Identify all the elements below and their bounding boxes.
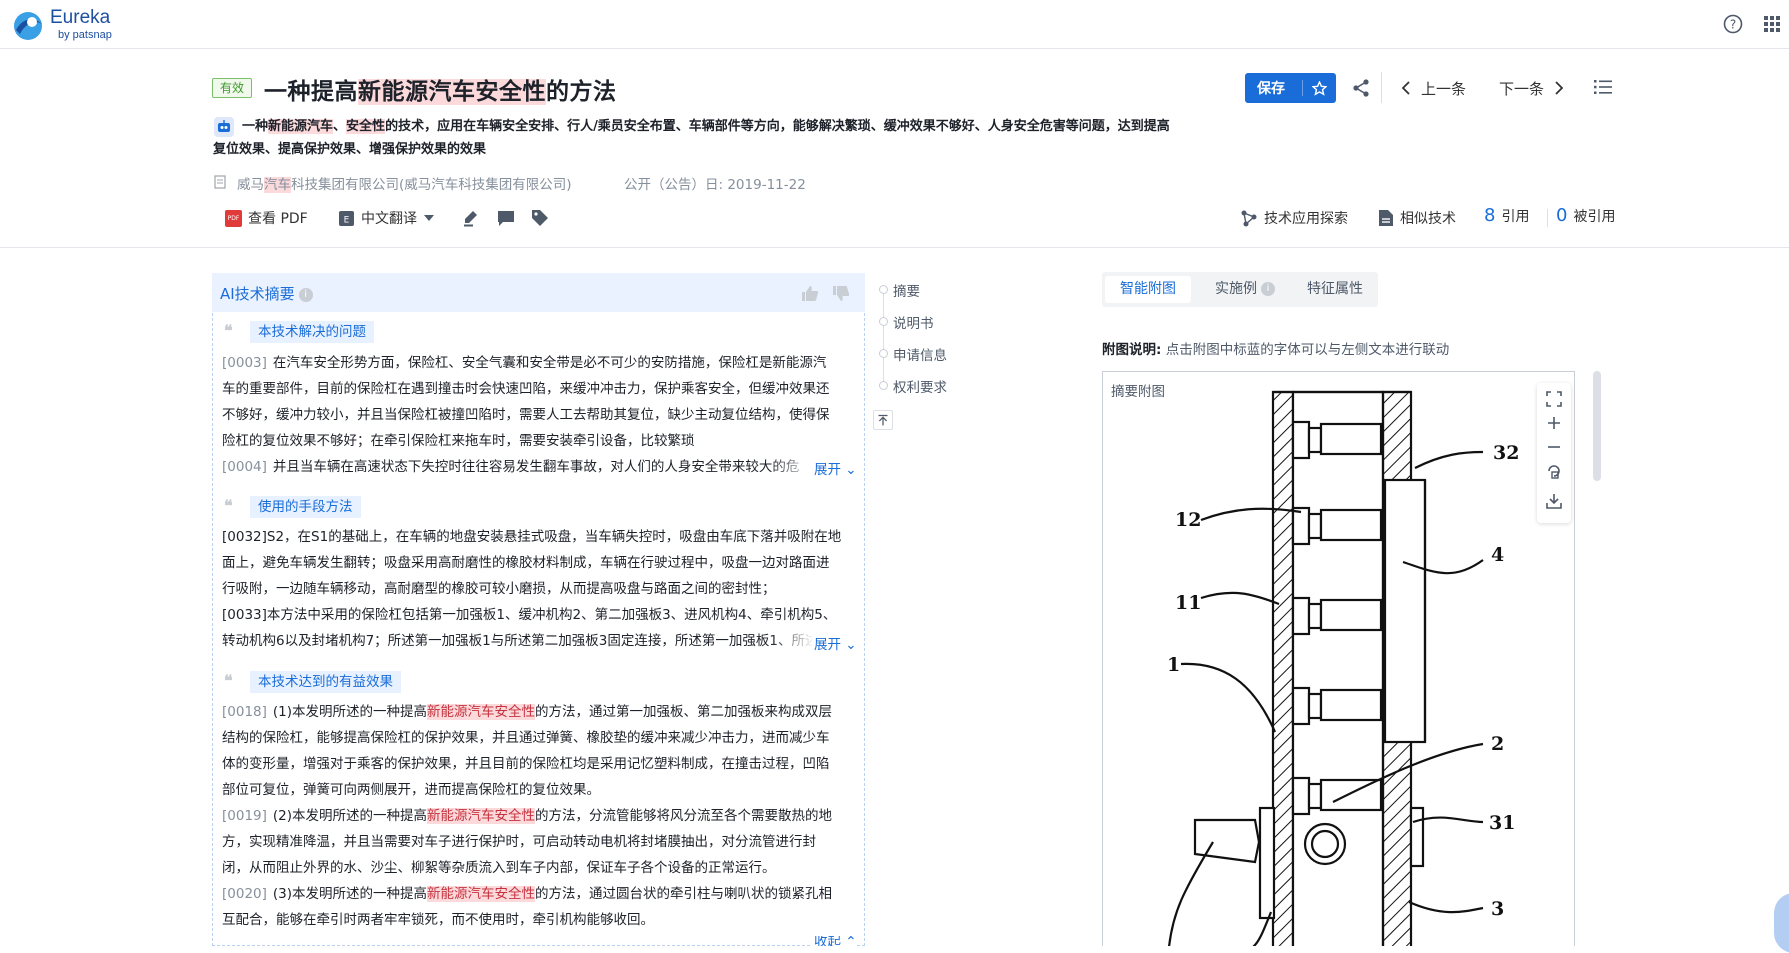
top-bar: Eureka by patsnap ? (0, 0, 1789, 49)
next-button[interactable]: 下一条 (1499, 78, 1564, 99)
label-4[interactable]: 4 (1491, 544, 1504, 566)
status-badge: 有效 (212, 78, 253, 98)
tag-icon[interactable] (531, 209, 549, 227)
save-button[interactable]: 保存 (1245, 73, 1336, 103)
figure-tabs: 智能附图 实施例 i 特征属性 (1102, 272, 1378, 307)
chevron-right-icon (1555, 81, 1564, 95)
nav-abstract[interactable]: 摘要 (893, 280, 920, 300)
label-11[interactable]: 11 (1175, 592, 1201, 614)
section-tag-method: 使用的手段方法 (250, 496, 361, 518)
robot-icon (214, 117, 234, 137)
para-method: [0032]S2，在S1的基础上，在车辆的地盘安装悬挂式吸盘，当车辆失控时，吸盘… (222, 529, 842, 623)
translate-dropdown[interactable]: E 中文翻译 (338, 208, 435, 228)
svg-text:E: E (344, 215, 350, 225)
share-icon[interactable] (1351, 78, 1371, 98)
brand-name: Eureka (50, 7, 111, 28)
quote-icon: ❝ (224, 321, 233, 340)
thumbs-up-icon[interactable] (801, 285, 819, 302)
expand-button[interactable]: 展开 ⌄ (812, 633, 857, 653)
ai-summary-line-2: 复位效果、提高保护效果、增强保护效果的效果 (213, 142, 487, 157)
section-tag-effect: 本技术达到的有益效果 (250, 671, 401, 693)
info-icon: i (1261, 282, 1275, 296)
nav-claims[interactable]: 权利要求 (893, 376, 947, 396)
figure-note: 附图说明: 点击附图中标蓝的字体可以与左侧文本进行联动 (1102, 342, 1450, 358)
apps-grid-icon[interactable] (1762, 14, 1782, 34)
assistant-float-button[interactable] (1774, 893, 1789, 953)
zoom-in-icon[interactable] (1546, 415, 1562, 431)
figure-scrollbar[interactable] (1593, 371, 1601, 481)
tab-embodiment[interactable]: 实施例 i (1198, 276, 1292, 303)
applicant[interactable]: 威马汽车科技集团有限公司(威马汽车科技集团有限公司) (237, 173, 572, 193)
collapse-button[interactable]: 收起 ⌃ (812, 936, 857, 946)
figure-viewer[interactable]: 摘要附图 32 12 4 11 1 2 31 3 (1102, 371, 1575, 946)
nav-application-info[interactable]: 申请信息 (893, 344, 947, 364)
label-12[interactable]: 12 (1175, 509, 1201, 531)
patent-drawing: 32 12 4 11 1 2 31 3 (1167, 390, 1519, 946)
thumbs-down-icon[interactable] (832, 285, 850, 302)
chevron-left-icon (1401, 81, 1410, 95)
ai-summary-header: AI技术摘要 i (212, 273, 865, 312)
download-icon[interactable] (1546, 493, 1562, 509)
para-0019: [0019] (2)本发明所述的一种提高新能源汽车安全性的方法，分流管能够将风分流… (222, 808, 833, 876)
brand-by: by patsnap (58, 29, 112, 41)
title-highlight: 新能源汽车安全性 (358, 79, 546, 105)
network-icon (1241, 210, 1257, 227)
label-31[interactable]: 31 (1489, 812, 1515, 834)
similar-doc-icon (1379, 210, 1393, 226)
label-32[interactable]: 32 (1493, 442, 1519, 464)
translate-icon: E (339, 210, 354, 226)
similar-tech-button[interactable]: 相似技术 (1378, 208, 1456, 228)
document-icon (214, 175, 226, 189)
cite-link[interactable]: 8 引用 (1484, 205, 1529, 226)
tech-explore-button[interactable]: 技术应用探索 (1240, 208, 1348, 228)
label-2[interactable]: 2 (1491, 733, 1504, 755)
para-0003: [0003] 在汽车安全形势方面，保险杠、安全气囊和安全带是必不可少的安防措施，保… (222, 355, 830, 449)
pdf-icon: PDF (225, 209, 242, 227)
caret-down-icon (424, 215, 434, 221)
fullscreen-icon[interactable] (1546, 391, 1562, 407)
ai-summary-line: 一种新能源汽车、安全性的技术，应用在车辆安全安排、行人/乘员安全布置、车辆部件等… (242, 119, 1170, 134)
page-title: 一种提高新能源汽车安全性的方法 (264, 79, 617, 105)
eureka-logo-icon[interactable] (12, 10, 44, 42)
list-icon[interactable] (1594, 79, 1612, 95)
view-pdf-button[interactable]: PDF 查看 PDF (225, 208, 308, 228)
quote-icon: ❝ (224, 496, 233, 515)
para-0020: [0020] (3)本发明所述的一种提高新能源汽车安全性的方法，通过圆台状的牵引柱… (222, 886, 833, 928)
svg-text:?: ? (1730, 18, 1736, 32)
ai-summary-title: AI技术摘要 (220, 285, 295, 303)
cited-by-link[interactable]: 0 被引用 (1556, 205, 1615, 226)
label-1[interactable]: 1 (1167, 654, 1180, 676)
nav-description[interactable]: 说明书 (893, 312, 934, 332)
help-icon[interactable]: ? (1723, 14, 1743, 34)
star-icon[interactable] (1312, 81, 1327, 96)
para-0018: [0018] (1)本发明所述的一种提高新能源汽车安全性的方法，通过第一加强板、第… (222, 704, 833, 798)
label-3[interactable]: 3 (1491, 898, 1504, 920)
cite-divider (1547, 209, 1548, 227)
info-icon[interactable]: i (298, 288, 313, 302)
publish-date: 公开（公告）日: 2019-11-22 (624, 177, 806, 193)
tab-smart-figure[interactable]: 智能附图 (1105, 276, 1191, 303)
para-method-last: 转动机构6以及封堵机构7；所述第一加强板1与所述第二加强板3固定连接，所述第一加… (222, 633, 819, 649)
zoom-controls (1537, 383, 1571, 523)
expand-button[interactable]: 展开 ⌄ (812, 458, 857, 478)
para-0004: [0004] 并且当车辆在高速状态下失控时往往容易发生翻车事故，对人们的人身安全带… (222, 459, 800, 475)
comment-icon[interactable] (497, 210, 515, 227)
quote-icon: ❝ (224, 671, 233, 690)
rotate-icon[interactable] (1546, 463, 1562, 479)
prev-button[interactable]: 上一条 (1401, 78, 1466, 99)
tab-feature-attributes[interactable]: 特征属性 (1295, 276, 1375, 303)
zoom-out-icon[interactable] (1546, 439, 1562, 455)
highlighter-icon[interactable] (462, 209, 480, 227)
section-tag-problem: 本技术解决的问题 (250, 321, 374, 343)
back-to-top-icon[interactable] (873, 410, 893, 430)
